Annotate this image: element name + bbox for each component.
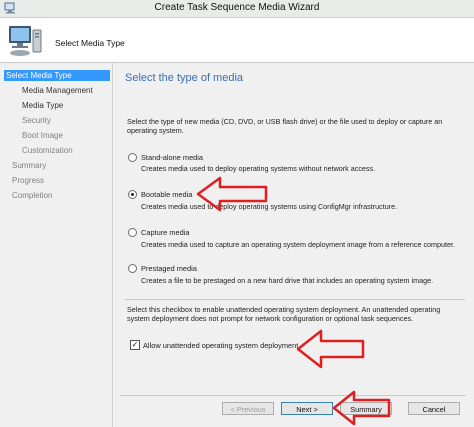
annotation-arrow-checkbox	[296, 329, 365, 369]
footer-separator	[120, 395, 466, 396]
option-desc-stand-alone: Creates media used to deploy operating s…	[141, 164, 376, 173]
window-title: Create Task Sequence Media Wizard	[154, 2, 320, 13]
option-desc-bootable: Creates media used to deploy operating s…	[141, 202, 398, 211]
annotation-arrow-bootable	[196, 176, 268, 212]
option-label-capture[interactable]: Capture media	[141, 228, 189, 237]
unattended-checkbox-label[interactable]: Allow unattended operating system deploy…	[143, 341, 300, 350]
separator	[125, 299, 465, 300]
computer-icon	[9, 26, 42, 56]
option-desc-prestaged: Creates a file to be prestaged on a new …	[141, 276, 434, 285]
header-title: Select Media Type	[55, 38, 125, 48]
radio-bootable-media[interactable]	[128, 190, 137, 199]
cancel-button[interactable]: Cancel	[408, 402, 460, 415]
title-bar: Create Task Sequence Media Wizard	[0, 0, 474, 18]
annotation-arrow-next	[332, 390, 391, 426]
step-security: Security	[22, 116, 51, 125]
next-button[interactable]: Next >	[281, 402, 333, 415]
wizard-header: Select Media Type	[0, 18, 474, 63]
radio-capture-media[interactable]	[128, 228, 137, 237]
wizard-content: Select the type of media Select the type…	[113, 63, 474, 393]
section-title: Select the type of media	[125, 72, 244, 84]
step-media-management: Media Management	[22, 86, 93, 95]
unattended-note: Select this checkbox to enable unattende…	[127, 305, 441, 323]
radio-prestaged-media[interactable]	[128, 264, 137, 273]
option-label-stand-alone[interactable]: Stand-alone media	[141, 153, 203, 162]
option-label-prestaged[interactable]: Prestaged media	[141, 264, 197, 273]
unattended-checkbox[interactable]: ✓	[130, 340, 140, 350]
radio-stand-alone-media[interactable]	[128, 153, 137, 162]
step-media-type: Media Type	[22, 101, 64, 110]
step-select-media-type: Select Media Type	[4, 70, 110, 81]
intro-text: Select the type of new media (CD, DVD, o…	[127, 117, 443, 135]
step-boot-image: Boot Image	[22, 131, 63, 140]
step-summary: Summary	[12, 161, 47, 170]
step-customization: Customization	[22, 146, 73, 155]
option-label-bootable[interactable]: Bootable media	[141, 190, 192, 199]
step-completion: Completion	[12, 191, 53, 200]
previous-button[interactable]: < Previous	[222, 402, 274, 415]
step-progress: Progress	[12, 176, 45, 185]
wizard-steps-sidebar: Select Media Type Media Management Media…	[0, 63, 113, 427]
option-desc-capture: Creates media used to capture an operati…	[141, 240, 456, 249]
